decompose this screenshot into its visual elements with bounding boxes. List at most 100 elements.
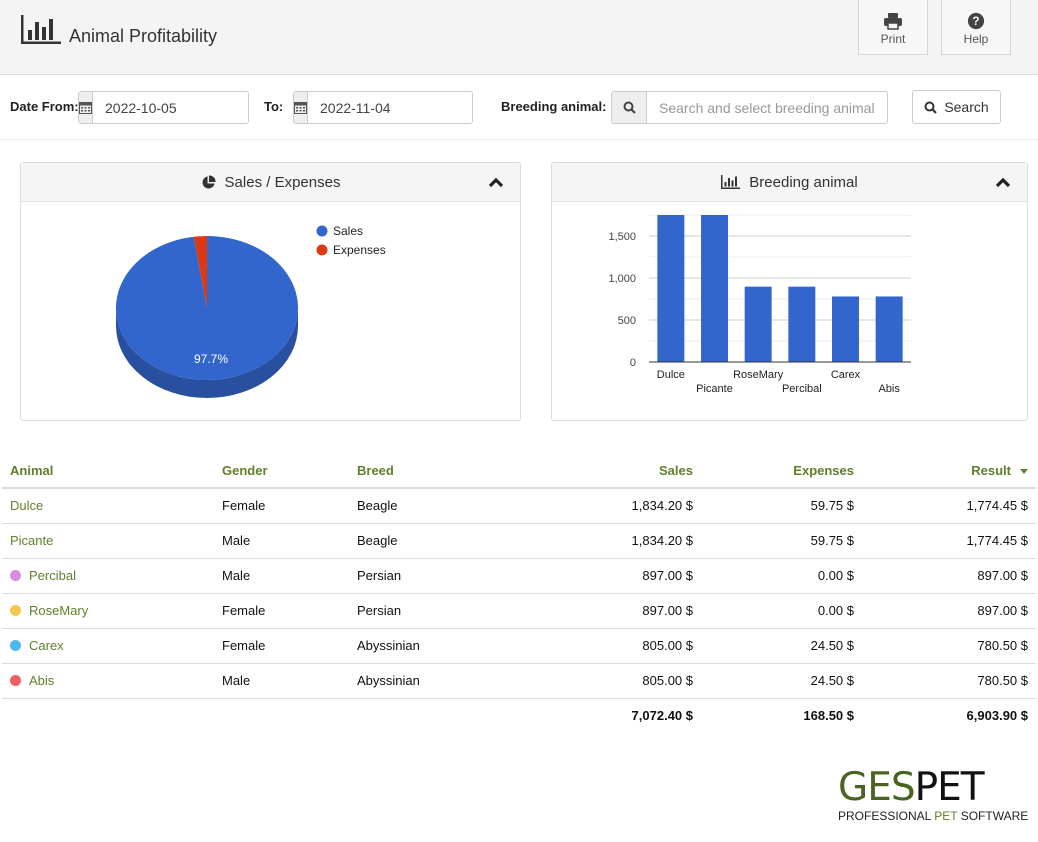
breeding-animal-panel-header[interactable]: Breeding animal [552, 163, 1027, 202]
help-label: Help [963, 32, 989, 46]
y-tick-label: 1,500 [608, 231, 636, 243]
column-header-result[interactable]: Result [862, 453, 1036, 489]
expenses-cell: 59.75 $ [701, 488, 862, 524]
column-header-gender[interactable]: Gender [214, 453, 349, 489]
totals-row: 7,072.40 $ 168.50 $ 6,903.90 $ [2, 698, 1036, 733]
gender-cell: Female [214, 488, 349, 524]
total-result: 6,903.90 $ [966, 708, 1028, 724]
breeding-animal-title: Breeding animal [749, 173, 858, 191]
totals-spacer [349, 698, 549, 733]
chevron-up-icon[interactable] [995, 175, 1011, 189]
gespet-logo: GESPET PROFESSIONAL PET SOFTWARE [838, 765, 1029, 824]
brand-name-pet: PET [914, 765, 985, 810]
sales-cell: 1,834.20 $ [549, 488, 701, 524]
table-row: Carex Female Abyssinian 805.00 $24.50 $780.… [2, 628, 1036, 664]
table-row: Abis Male Abyssinian 805.00 $24.50 $780.50 … [2, 663, 1036, 699]
calendar-icon[interactable] [294, 92, 308, 123]
x-tick-label: Abis [878, 383, 900, 395]
print-button[interactable]: Print [858, 0, 928, 55]
column-header-animal[interactable]: Animal [2, 453, 214, 489]
legend-label-expenses: Expenses [333, 243, 386, 257]
page-title: Animal Profitability [69, 26, 218, 46]
animal-color-dot-icon [10, 675, 21, 686]
bar-percibal[interactable] [788, 286, 816, 362]
bar-abis[interactable] [875, 296, 903, 362]
help-button[interactable]: ? Help [941, 0, 1011, 55]
calendar-icon[interactable] [79, 92, 93, 123]
breed-cell: Beagle [349, 523, 549, 559]
bar-rosemary[interactable] [744, 286, 772, 362]
search-icon [924, 101, 938, 114]
tagline-part1: PROFESSIONAL [838, 809, 935, 823]
sales-cell: 897.00 $ [549, 558, 701, 594]
animal-name-link[interactable]: Carex [2, 628, 214, 664]
column-header-breed[interactable]: Breed [349, 453, 549, 489]
pie-data-label-sales: 97.7% [194, 352, 228, 366]
sales-expenses-panel-header[interactable]: Sales / Expenses [21, 163, 520, 202]
animal-color-dot-icon [10, 570, 21, 581]
date-to-field[interactable] [293, 91, 473, 124]
animal-name[interactable]: Picante [10, 533, 53, 548]
printer-icon [884, 13, 902, 30]
table-row: Percibal Male Persian 897.00 $0.00 $897.00 … [2, 558, 1036, 594]
animal-name-link[interactable]: Abis [2, 663, 214, 699]
bar-dulce[interactable] [657, 215, 685, 362]
search-button[interactable]: Search [912, 90, 1001, 124]
bar-chart-icon [21, 15, 61, 44]
breeding-animal-select[interactable] [611, 91, 888, 124]
sales-cell: 805.00 $ [549, 628, 701, 664]
animal-name[interactable]: Dulce [10, 498, 43, 513]
tagline-part2: PET [934, 809, 958, 823]
y-tick-label: 1,000 [608, 273, 636, 285]
total-sales: 7,072.40 $ [631, 708, 693, 724]
breed-cell: Beagle [349, 488, 549, 524]
date-from-label: Date From: [10, 99, 79, 114]
brand-name-ges: GES [838, 765, 916, 810]
breeding-animal-label: Breeding animal: [501, 99, 607, 114]
expenses-cell: 0.00 $ [701, 558, 862, 594]
breeding-animal-input[interactable] [647, 92, 887, 123]
x-tick-label: RoseMary [733, 369, 784, 381]
animal-name-link[interactable]: Percibal [2, 558, 214, 594]
question-circle-icon: ? [967, 12, 985, 30]
animal-name-link[interactable]: RoseMary [2, 593, 214, 629]
animal-name[interactable]: Carex [29, 638, 64, 653]
date-to-label: To: [264, 99, 284, 114]
expenses-cell: 0.00 $ [701, 593, 862, 629]
table-row: Dulce Female Beagle 1,834.20 $59.75 $1,774.… [2, 488, 1036, 524]
gender-cell: Male [214, 663, 349, 699]
bar-picante[interactable] [701, 215, 728, 362]
tagline-part3: SOFTWARE [957, 809, 1029, 823]
chevron-up-icon[interactable] [488, 175, 504, 189]
expenses-cell: 24.50 $ [701, 628, 862, 664]
animal-name-link[interactable]: Picante [2, 523, 214, 559]
animal-name[interactable]: Percibal [29, 568, 76, 583]
animal-name-link[interactable]: Dulce [2, 488, 214, 524]
column-header-sales[interactable]: Sales [549, 453, 701, 489]
profitability-table: Animal Gender Breed Sales Expenses Resul… [2, 453, 1036, 733]
x-tick-label: Picante [696, 383, 733, 395]
table-row: Picante Male Beagle 1,834.20 $59.75 $1,774.… [2, 523, 1036, 559]
legend-marker-sales [316, 225, 328, 237]
gender-cell: Female [214, 628, 349, 664]
y-tick-label: 0 [630, 357, 636, 369]
breeding-animal-bar-chart: 0 500 1,000 1,500 Dulce PicanteRoseMary Percib… [608, 214, 911, 395]
gender-cell: Male [214, 523, 349, 559]
sales-cell: 897.00 $ [549, 593, 701, 629]
bar-carex[interactable] [832, 296, 859, 362]
date-to-input[interactable] [308, 92, 472, 123]
date-from-field[interactable] [78, 91, 249, 124]
x-tick-label: Dulce [657, 369, 685, 381]
column-header-expenses[interactable]: Expenses [701, 453, 862, 489]
animal-name[interactable]: RoseMary [29, 603, 88, 618]
pie-chart-icon [202, 174, 216, 189]
x-tick-label: Percibal [782, 383, 822, 395]
animal-color-dot-icon [10, 640, 21, 651]
sales-expenses-pie-chart: 97.7% Sales Expenses [115, 224, 386, 398]
date-from-input[interactable] [93, 92, 248, 123]
filter-bar: Date From: To: Breeding animal: Search [0, 76, 1038, 140]
result-cell: 1,774.45 $ [862, 488, 1036, 524]
breed-cell: Persian [349, 558, 549, 594]
animal-name[interactable]: Abis [29, 673, 54, 688]
gender-cell: Male [214, 558, 349, 594]
